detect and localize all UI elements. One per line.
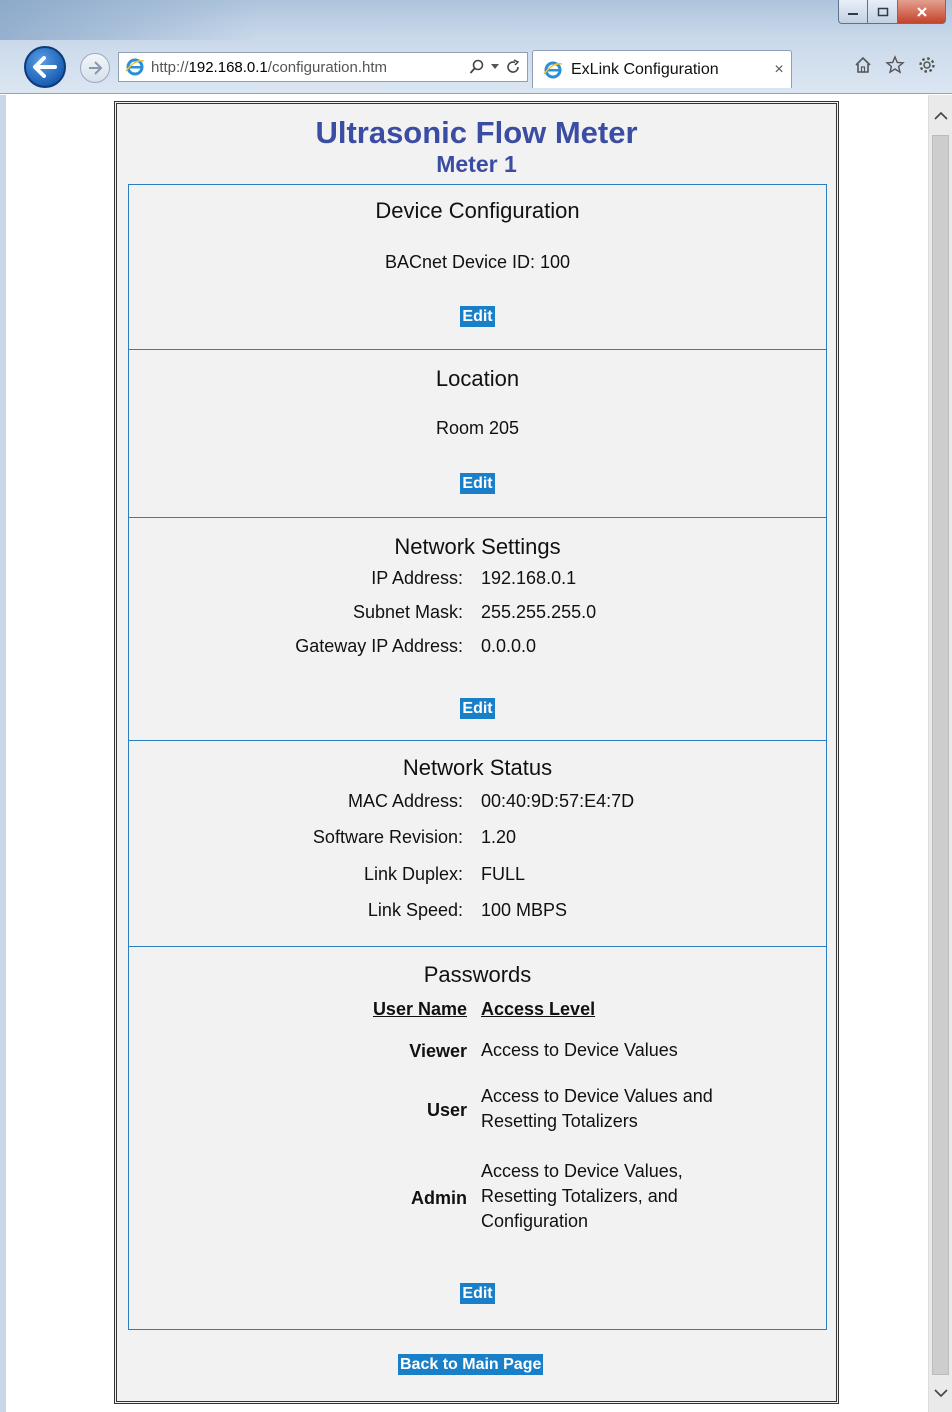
field-value: 1.20 xyxy=(481,827,517,847)
url-text[interactable]: http://192.168.0.1/configuration.htm xyxy=(151,59,469,76)
location-section: Location Room 205 Edit xyxy=(128,350,827,518)
back-button[interactable] xyxy=(24,46,66,88)
field-label: Link Speed: xyxy=(367,900,463,920)
access-level-viewer: Access to Device Values xyxy=(481,1040,678,1060)
field-label: Subnet Mask: xyxy=(352,602,463,622)
back-arrow-icon xyxy=(33,56,57,78)
location-value: Room 205 xyxy=(435,418,520,438)
user-name-viewer: Viewer xyxy=(409,1041,467,1061)
forward-arrow-icon xyxy=(89,61,103,75)
ie-logo-icon xyxy=(543,61,563,78)
page-viewport: Ultrasonic Flow Meter Meter 1 Device Con… xyxy=(0,95,952,1412)
network-status-section: Network Status MAC Address: 00:40:9D:57:… xyxy=(128,741,827,947)
section-title: Network Settings xyxy=(394,534,561,559)
maximize-icon xyxy=(877,7,888,16)
section-title: Device Configuration xyxy=(375,198,580,223)
user-name-admin: Admin xyxy=(411,1188,467,1208)
page-subtitle: Meter 1 xyxy=(436,151,517,177)
edit-passwords-button[interactable]: Edit xyxy=(460,1283,495,1304)
field-value: FULL xyxy=(481,864,526,884)
close-icon xyxy=(916,6,927,17)
chevron-down-icon xyxy=(934,1389,948,1398)
field-label: IP Address: xyxy=(371,568,463,588)
field-value: 00:40:9D:57:E4:7D xyxy=(481,791,635,811)
close-window-button[interactable] xyxy=(898,0,946,24)
user-name-user: User xyxy=(426,1100,467,1120)
field-label: Software Revision: xyxy=(312,827,463,847)
passwords-section: Passwords User Name Access Level Viewer … xyxy=(128,947,827,1330)
access-level-column-header: Access Level xyxy=(481,999,596,1019)
browser-toolbar-right xyxy=(852,54,938,76)
section-title: Location xyxy=(435,366,520,391)
favorites-button[interactable] xyxy=(884,54,906,76)
field-value: 192.168.0.1 xyxy=(481,568,577,588)
titlebar-glow xyxy=(0,0,260,40)
dropdown-icon[interactable] xyxy=(491,64,499,70)
edit-location-button[interactable]: Edit xyxy=(460,473,495,494)
section-title: Passwords xyxy=(423,962,532,987)
field-label: Gateway IP Address: xyxy=(295,636,463,656)
star-icon xyxy=(885,55,905,74)
edit-device-configuration-button[interactable]: Edit xyxy=(460,306,495,327)
minimize-icon xyxy=(848,12,858,15)
vertical-scrollbar[interactable] xyxy=(928,95,952,1412)
forward-button[interactable] xyxy=(80,53,110,83)
search-icon[interactable] xyxy=(469,59,485,75)
settings-button[interactable] xyxy=(916,54,938,76)
minimize-button[interactable] xyxy=(838,0,868,24)
gear-icon xyxy=(919,57,935,73)
access-level-admin: Access to Device Values, Resetting Total… xyxy=(481,1161,683,1231)
maximize-button[interactable] xyxy=(868,0,898,24)
tab-title: ExLink Configuration xyxy=(571,60,719,78)
tab-exlink-configuration[interactable]: ExLink Configuration × xyxy=(532,50,792,88)
edit-network-settings-button[interactable]: Edit xyxy=(460,698,495,719)
address-tools xyxy=(469,59,527,75)
field-value: 100 MBPS xyxy=(481,900,568,920)
scroll-down-button[interactable] xyxy=(929,1380,952,1406)
scrollbar-thumb[interactable] xyxy=(932,135,949,1375)
config-panel: Ultrasonic Flow Meter Meter 1 Device Con… xyxy=(114,101,839,1404)
bacnet-device-id: BACnet Device ID: 100 xyxy=(384,252,571,272)
page-title: Ultrasonic Flow Meter xyxy=(315,115,638,150)
field-label: MAC Address: xyxy=(347,791,463,811)
refresh-icon[interactable] xyxy=(505,59,521,75)
field-label: Link Duplex: xyxy=(363,864,463,884)
address-bar[interactable]: http://192.168.0.1/configuration.htm xyxy=(118,52,528,82)
browser-chrome: http://192.168.0.1/configuration.htm ExL… xyxy=(0,0,952,94)
page-header: Ultrasonic Flow Meter Meter 1 xyxy=(117,104,836,186)
chevron-up-icon xyxy=(934,111,948,120)
field-value: 255.255.255.0 xyxy=(481,602,597,622)
network-settings-section: Network Settings IP Address: 192.168.0.1… xyxy=(128,518,827,741)
home-button[interactable] xyxy=(852,54,874,76)
user-name-column-header: User Name xyxy=(372,999,467,1019)
tab-close-button[interactable]: × xyxy=(767,61,791,79)
window-controls xyxy=(838,0,946,32)
home-icon xyxy=(855,56,871,73)
ie-logo-icon xyxy=(125,58,145,76)
section-title: Network Status xyxy=(402,755,553,780)
scroll-up-button[interactable] xyxy=(929,103,952,129)
field-value: 0.0.0.0 xyxy=(481,636,537,656)
device-configuration-section: Device Configuration BACnet Device ID: 1… xyxy=(128,184,827,350)
back-to-main-page-link[interactable]: Back to Main Page xyxy=(398,1354,544,1375)
access-level-user: Access to Device Values and Resetting To… xyxy=(481,1086,713,1131)
